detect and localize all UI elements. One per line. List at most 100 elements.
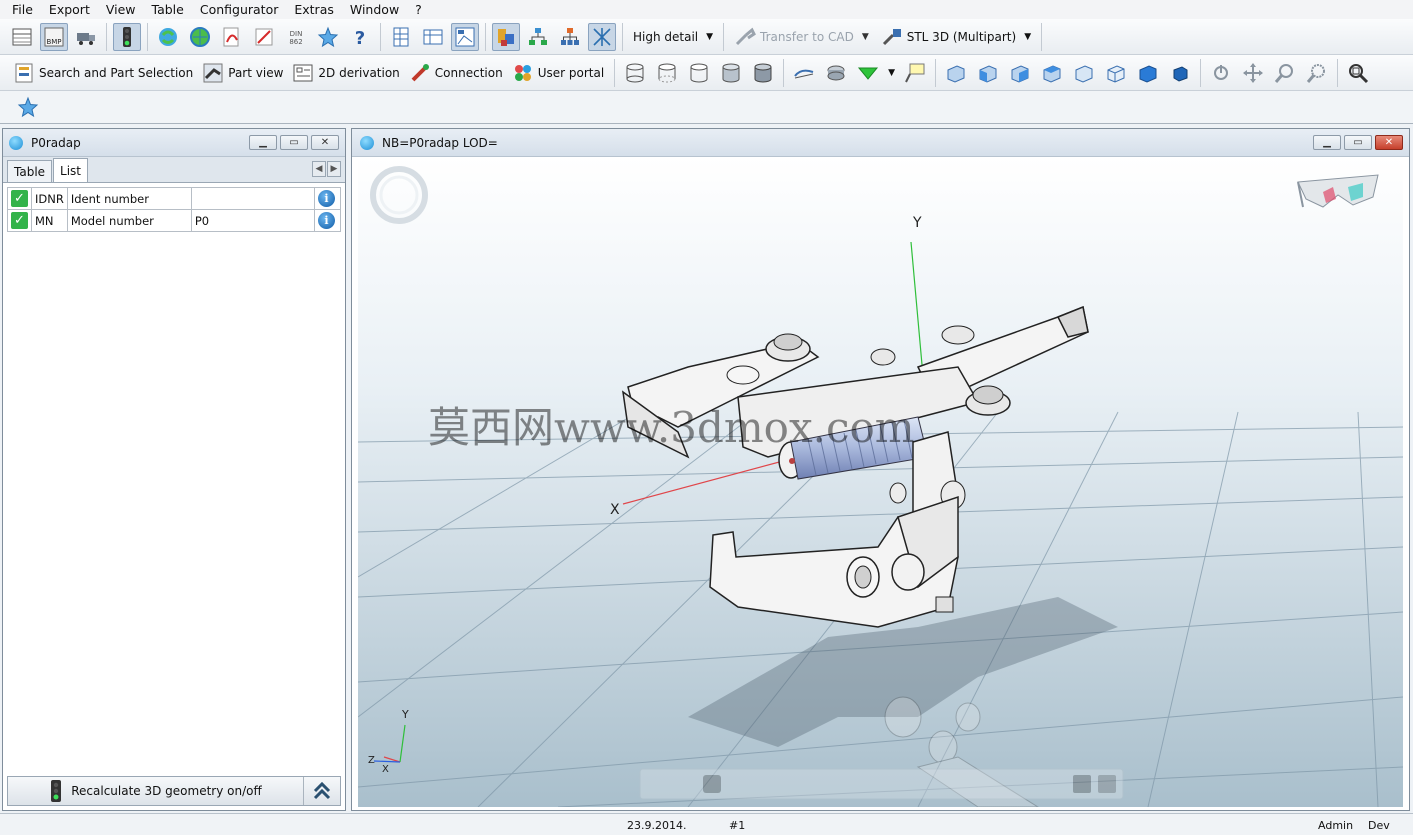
export-format-dropdown[interactable]: STL 3D (Multipart) ▼ [875, 23, 1037, 51]
menu-table[interactable]: Table [144, 2, 192, 17]
view-left-button[interactable] [1102, 59, 1130, 87]
close-button[interactable]: ✕ [1375, 135, 1403, 150]
user-portal-button[interactable]: User portal [509, 59, 610, 87]
status-bar: 23.9.2014. #1 Admin Dev [0, 813, 1413, 835]
bmp-export-button[interactable]: BMP [40, 22, 68, 51]
image-view-icon [455, 27, 475, 46]
zoom-window-button[interactable] [1303, 59, 1331, 87]
pdf-button[interactable] [218, 23, 246, 51]
section-icon [794, 69, 814, 78]
menu-configurator[interactable]: Configurator [192, 2, 287, 17]
transfer-to-cad-button[interactable]: Transfer to CAD ▼ [728, 23, 875, 51]
green-triangle-icon [858, 67, 879, 80]
rotate-icon [1214, 64, 1229, 80]
checkmark-icon[interactable]: ✓ [11, 212, 28, 229]
viewport-window: NB=P0radap LOD= ▁ ▭ ✕ Y X 莫西网www.3dmox.c… [351, 128, 1410, 811]
zoom-button[interactable] [1271, 59, 1299, 87]
close-button[interactable]: ✕ [311, 135, 339, 150]
view-solid-button[interactable] [1166, 59, 1194, 87]
3d-scene[interactable]: Y X 莫西网www.3dmox.com Y X Z [358, 157, 1403, 807]
app-dot-icon [9, 135, 23, 150]
favorite-button[interactable] [314, 23, 342, 51]
truck-button[interactable] [72, 23, 100, 51]
info-icon[interactable]: i [318, 212, 335, 229]
color-part-button[interactable] [492, 22, 520, 51]
3d-viewport[interactable]: Y X 莫西网www.3dmox.com Y X Z [358, 157, 1403, 807]
assembly-button[interactable] [524, 23, 552, 51]
annotation-button[interactable] [901, 59, 929, 87]
tab-list[interactable]: List [53, 158, 89, 182]
view-front-button[interactable] [974, 59, 1002, 87]
tab-scroll-left-button[interactable]: ◀ [312, 161, 326, 177]
traffic-light-button[interactable] [113, 22, 141, 51]
filter-button[interactable] [854, 59, 882, 87]
connection-icon [411, 63, 429, 81]
tab-scroll-right-button[interactable]: ▶ [327, 161, 341, 177]
drawing-button[interactable] [250, 23, 278, 51]
cylinder-hidden-button[interactable] [653, 59, 681, 87]
menu-bar: File Export View Table Configurator Extr… [0, 0, 1413, 19]
globe-button[interactable] [186, 23, 214, 51]
section-button[interactable] [790, 59, 818, 87]
cylinder-outline-button[interactable] [685, 59, 713, 87]
detail-level-dropdown[interactable]: High detail ▼ [627, 23, 719, 51]
part-view-button[interactable]: Part view [199, 59, 289, 87]
view-bottom-button[interactable] [1134, 59, 1162, 87]
menu-export[interactable]: Export [41, 2, 98, 17]
row-value[interactable]: P0 [190, 209, 316, 232]
cylinder-icon[interactable] [703, 775, 721, 793]
chevron-down-icon: ▼ [1024, 31, 1032, 42]
hierarchy-button[interactable] [556, 23, 584, 51]
din-button[interactable]: DIN 862 [282, 23, 310, 51]
image-view-button[interactable] [451, 22, 479, 51]
cylinder-shaded-button[interactable] [717, 59, 745, 87]
panel-tabs: Table List ◀ ▶ [3, 157, 345, 183]
help-button[interactable]: ? [346, 23, 374, 51]
zoom-fit-button[interactable] [1344, 59, 1372, 87]
grid-button[interactable] [419, 23, 447, 51]
cylinder-solid-button[interactable] [749, 59, 777, 87]
maximize-button[interactable]: ▭ [1344, 135, 1372, 150]
explode-button[interactable] [588, 22, 616, 51]
disc-button[interactable] [822, 59, 850, 87]
recalculate-label: Recalculate 3D geometry on/off [71, 784, 262, 798]
menu-file[interactable]: File [4, 2, 41, 17]
minimize-button[interactable]: ▁ [1313, 135, 1341, 150]
row-code: IDNR [31, 187, 68, 210]
search-part-selection-button[interactable]: Search and Part Selection [10, 59, 199, 87]
floating-view-toolbar[interactable] [639, 768, 1124, 800]
menu-help[interactable]: ? [407, 2, 430, 17]
rotate-button[interactable] [1207, 59, 1235, 87]
menu-extras[interactable]: Extras [286, 2, 342, 17]
view-right-button[interactable] [1006, 59, 1034, 87]
row-value[interactable] [190, 187, 316, 210]
collapse-button[interactable] [304, 777, 340, 805]
row-name: Ident number [66, 187, 192, 210]
favorites-button[interactable] [14, 93, 42, 121]
cube-icon[interactable] [1098, 775, 1116, 793]
sheet-button[interactable] [387, 23, 415, 51]
tab-table[interactable]: Table [7, 160, 53, 182]
chevron-down-icon[interactable]: ▼ [888, 68, 895, 78]
2d-derivation-icon [293, 64, 313, 81]
menu-window[interactable]: Window [342, 2, 407, 17]
view-iso-button[interactable] [942, 59, 970, 87]
checkmark-icon[interactable]: ✓ [11, 190, 28, 207]
2d-derivation-button[interactable]: 2D derivation [289, 59, 405, 87]
info-icon[interactable]: i [318, 190, 335, 207]
cylinder-wire-button[interactable] [621, 59, 649, 87]
recalculate-geometry-button[interactable]: Recalculate 3D geometry on/off [8, 777, 304, 805]
cube-solid-icon [1173, 65, 1188, 82]
table-view-button[interactable] [8, 23, 36, 51]
maximize-button[interactable]: ▭ [280, 135, 308, 150]
minimize-button[interactable]: ▁ [249, 135, 277, 150]
menu-view[interactable]: View [98, 2, 144, 17]
view-back-button[interactable] [1070, 59, 1098, 87]
refresh-button[interactable] [154, 23, 182, 51]
view-top-button[interactable] [1038, 59, 1066, 87]
favorites-toolbar [0, 91, 1413, 124]
connection-button[interactable]: Connection [406, 59, 509, 87]
cube-icon[interactable] [1073, 775, 1091, 793]
table-row: ✓ MN Model number P0 i [7, 209, 341, 232]
pan-button[interactable] [1239, 59, 1267, 87]
